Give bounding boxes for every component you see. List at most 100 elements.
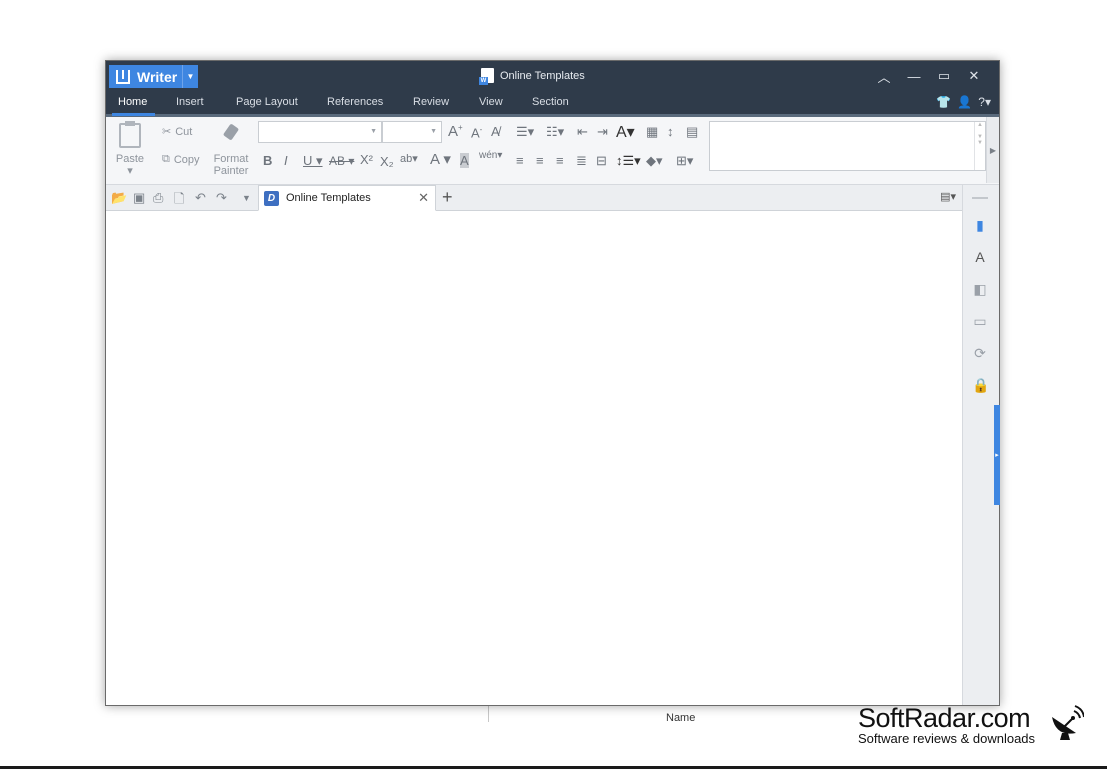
selection-pane-icon[interactable]: ▭ [972,313,988,329]
panel-grip [972,197,988,199]
font-size-combo[interactable]: ▼ [382,121,442,143]
borders-icon[interactable]: ⊞▾ [676,153,693,169]
tab-online-templates[interactable]: D Online Templates ✕ [258,185,436,211]
scissors-icon: ✂ [162,126,172,138]
user-icon[interactable]: 👤 [957,95,972,109]
superscript-icon[interactable]: X² [360,152,373,167]
softradar-watermark: SoftRadar.com Software reviews & downloa… [858,703,1084,746]
clear-format-icon[interactable]: A̸ [491,124,500,139]
shading-icon[interactable]: ◆▾ [646,153,663,169]
app-menu-button[interactable]: Writer ▼ [109,65,198,88]
close-button[interactable]: ✕ [959,65,989,87]
tab-list-icon[interactable]: ▤▾ [940,190,956,203]
writer-logo-icon [116,69,130,84]
help-icon[interactable]: ?▾ [978,95,991,109]
maximize-button[interactable]: ▭ [929,65,959,87]
align-center-icon[interactable]: ≡ [536,153,544,168]
undo-icon[interactable]: ↶ [195,190,206,206]
line-spacing-icon[interactable]: ↕☰▾ [616,153,641,169]
style-gallery-scroll[interactable]: ▲ ▼ ▼ [974,122,985,170]
bold-icon[interactable]: B [263,153,272,168]
align-left-icon[interactable]: ≡ [516,153,524,168]
app-menu-dropdown-icon[interactable]: ▼ [182,65,198,88]
format-painter-button[interactable]: Format Painter [210,123,252,177]
menu-view[interactable]: View [479,96,503,108]
docer-logo-icon: D [264,190,279,206]
sort-icon[interactable]: ↕ [667,124,674,139]
document-tab-bar: 📂 ▣ ⎙ 🗋 ↶ ↷ ▼ D Online Templates ✕ + ▤▾ [106,185,962,211]
menu-section[interactable]: Section [532,96,569,108]
align-right-icon[interactable]: ≡ [556,153,564,168]
customize-toolbar-icon[interactable]: ▼ [242,193,251,203]
paste-icon [119,121,141,148]
shapes-icon[interactable]: ◧ [972,281,988,297]
watermark-title: SoftRadar.com [858,703,1031,733]
menu-review[interactable]: Review [413,96,449,108]
writer-window: Writer ▼ Online Templates ︿ — ▭ ✕ Home I… [105,60,1000,706]
table-icon[interactable]: ▦ [646,124,658,140]
brush-icon [220,123,242,148]
font-name-combo[interactable]: ▼ [258,121,382,143]
text-effects-icon[interactable]: A▾ [616,122,635,142]
chevron-down-icon: ▼ [370,128,377,135]
title-bar: Writer ▼ Online Templates ︿ — ▭ ✕ [106,61,999,91]
document-lock-icon[interactable]: 🔒 [972,377,989,393]
side-panel-toggle[interactable]: ▸ [994,405,1000,505]
ribbon: Paste ▾ ✂ Cut ⧉ Copy Format Painter ▼ ▼ … [106,117,999,185]
collapse-ribbon-icon[interactable]: ︿ [869,65,899,87]
backup-icon[interactable]: ⟳ [972,345,988,361]
underline-icon[interactable]: U ▾ [303,153,323,169]
increase-indent-icon[interactable]: ⇥ [597,124,608,140]
chevron-down-icon: ▼ [430,128,437,135]
style-gallery[interactable]: ▲ ▼ ▼ [709,121,986,171]
grow-font-icon[interactable]: A+ [448,123,463,140]
show-marks-icon[interactable]: ▤ [686,124,698,140]
open-folder-icon[interactable]: 📂 [111,190,127,206]
format-painter-label-2: Painter [213,165,249,177]
phonetic-guide-icon[interactable]: wén▾ [479,150,502,161]
strikethrough-icon[interactable]: AB ▾ [329,154,354,168]
new-tab-plus-icon[interactable]: + [442,187,453,208]
paste-button[interactable]: Paste ▾ [112,121,148,177]
style-format-icon[interactable]: A [972,249,988,265]
cut-label: Cut [175,125,193,138]
menu-home[interactable]: Home [118,96,147,108]
menu-bar: Home Insert Page Layout References Revie… [106,91,999,117]
char-shading-icon[interactable]: A [460,153,469,168]
background-name-column: Name [666,712,696,724]
app-name: Writer [137,68,178,85]
shrink-font-icon[interactable]: A- [471,125,482,140]
window-title-area: Online Templates [479,68,585,85]
redo-icon[interactable]: ↷ [216,190,227,206]
highlight-icon[interactable]: ab▾ [400,152,418,165]
print-icon[interactable]: ⎙ [153,190,163,206]
distributed-icon[interactable]: ⊟ [596,153,607,169]
menu-page-layout[interactable]: Page Layout [236,96,298,108]
numbering-icon[interactable]: ☷▾ [546,124,564,140]
cut-button[interactable]: ✂ Cut [162,125,193,139]
close-icon[interactable]: ✕ [418,190,429,206]
copy-button[interactable]: ⧉ Copy [162,153,200,166]
tab-title: Online Templates [286,192,371,204]
new-document-icon[interactable]: ▮ [972,217,988,233]
copy-icon: ⧉ [162,153,170,165]
window-title: Online Templates [500,69,585,82]
copy-label: Copy [173,153,200,166]
menu-references[interactable]: References [327,96,383,108]
justify-icon[interactable]: ≣ [576,153,587,169]
italic-icon[interactable]: I [284,153,288,168]
document-area[interactable] [106,211,962,705]
decrease-indent-icon[interactable]: ⇤ [577,124,588,140]
screenshot: Name Writer ▼ Online Templates ︿ — ▭ ✕ H… [0,0,1107,769]
document-icon [479,68,494,85]
watermark-subtitle: Software reviews & downloads [858,731,1036,746]
ribbon-expand-arrow[interactable]: ▶ [986,117,999,183]
font-color-icon[interactable]: A ▾ [430,150,451,168]
bullets-icon[interactable]: ☰▾ [516,124,534,140]
save-icon[interactable]: ▣ [133,190,145,206]
skin-shirt-icon[interactable]: 👕 [936,95,951,109]
subscript-icon[interactable]: X₂ [380,154,394,169]
print-preview-icon[interactable]: 🗋 [174,190,184,212]
menu-insert[interactable]: Insert [176,96,204,108]
minimize-button[interactable]: — [899,65,929,87]
